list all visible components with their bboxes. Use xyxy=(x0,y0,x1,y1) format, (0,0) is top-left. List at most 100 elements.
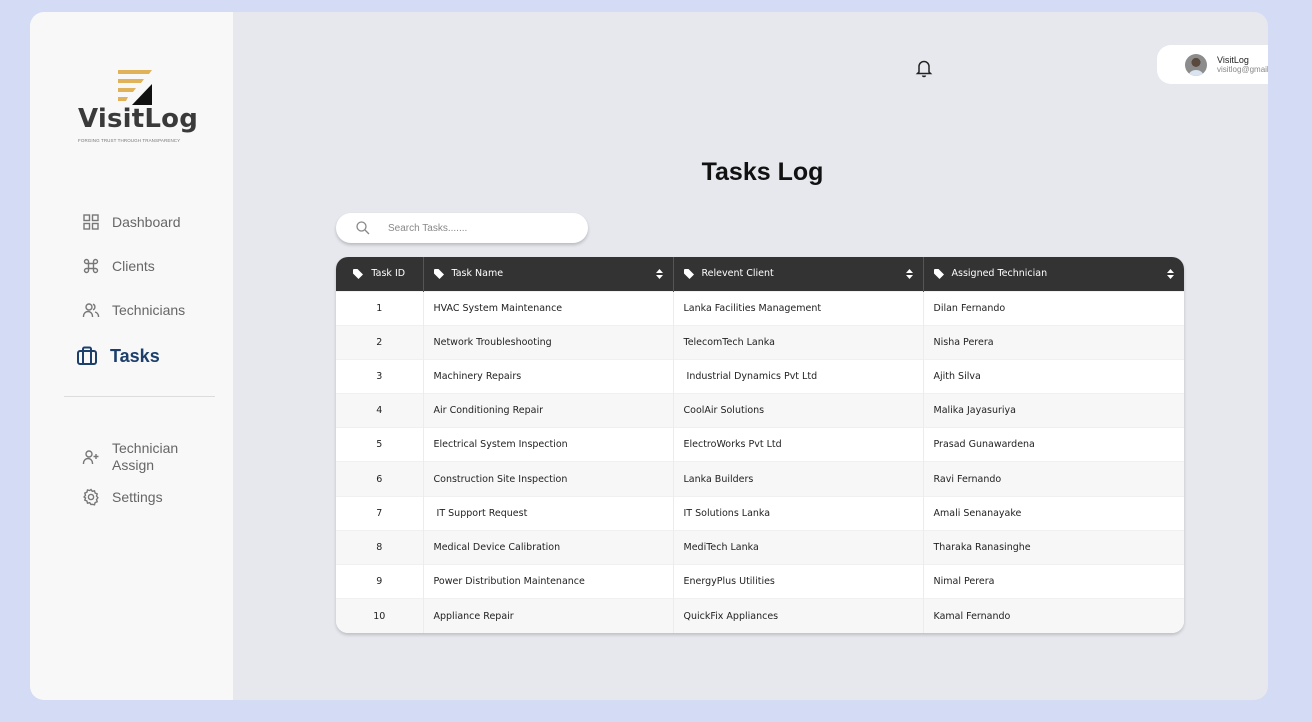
page-title: Tasks Log xyxy=(701,158,824,186)
sidebar: VisitLog FORGING TRUST THROUGH TRANSPARE… xyxy=(30,12,233,700)
table-row[interactable]: 1 HVAC System Maintenance Lanka Facilities… xyxy=(336,290,1184,326)
column-label: Task ID xyxy=(371,268,406,280)
sidebar-item-tasks[interactable]: Tasks xyxy=(76,345,160,367)
cell-task-name: Power Distribution Maintenance xyxy=(423,563,674,599)
cell-technician: Tharaka Ranasinghe xyxy=(923,529,1184,565)
table-header-row: Task ID Task Name Relevent Client Assign… xyxy=(336,257,1184,291)
cell-technician: Nisha Perera xyxy=(923,324,1184,360)
cell-client: MediTech Lanka xyxy=(673,529,924,565)
table-row[interactable]: 4 Air Conditioning Repair CoolAir Solution… xyxy=(336,393,1184,428)
main-content: VisitLog visitlog@gmail.com Tasks Log Ta… xyxy=(233,12,1268,700)
sort-icon[interactable] xyxy=(905,268,913,279)
sidebar-item-label: Technicians xyxy=(112,302,186,318)
user-name: VisitLog xyxy=(1217,54,1249,65)
tag-icon xyxy=(433,268,444,279)
sort-icon[interactable] xyxy=(655,268,663,279)
search-bar[interactable] xyxy=(336,213,588,243)
table-row[interactable]: 8 Medical Device Calibration MediTech Lank… xyxy=(336,529,1184,565)
cell-client: Industrial Dynamics Pvt Ltd xyxy=(673,358,924,394)
brand-name: VisitLog xyxy=(78,104,199,134)
cell-task-id: 8 xyxy=(336,529,424,565)
cell-task-name: HVAC System Maintenance xyxy=(423,290,674,326)
sort-icon[interactable] xyxy=(1167,268,1174,279)
grid-icon xyxy=(83,214,99,230)
cell-task-id: 9 xyxy=(336,563,424,599)
gear-icon xyxy=(83,488,99,506)
table-row[interactable]: 10 Appliance Repair QuickFix Appliances Kam… xyxy=(336,598,1184,633)
sidebar-divider xyxy=(64,396,215,397)
user-email: visitlog@gmail.com xyxy=(1217,64,1268,74)
briefcase-icon xyxy=(77,346,97,365)
command-icon xyxy=(83,258,99,274)
search-icon xyxy=(356,221,370,235)
sidebar-item-technician-assign[interactable]: Technician Assign xyxy=(82,440,178,474)
cell-task-name: IT Support Request xyxy=(423,495,674,531)
sidebar-item-label: Settings xyxy=(112,489,163,505)
table-row[interactable]: 5 Electrical System Inspection ElectroWork… xyxy=(336,427,1184,462)
tag-icon xyxy=(683,268,694,279)
tag-icon xyxy=(353,268,364,279)
cell-technician: Malika Jayasuriya xyxy=(923,393,1184,428)
cell-task-name: Construction Site Inspection xyxy=(423,461,674,497)
cell-task-name: Air Conditioning Repair xyxy=(423,393,674,428)
column-header-relevent-client[interactable]: Relevent Client xyxy=(673,257,924,291)
cell-client: Lanka Builders xyxy=(673,461,924,497)
cell-task-id: 6 xyxy=(336,461,424,497)
sidebar-item-settings[interactable]: Settings xyxy=(82,488,163,506)
cell-task-id: 2 xyxy=(336,324,424,360)
cell-technician: Kamal Fernando xyxy=(923,598,1184,633)
app-window: VisitLog FORGING TRUST THROUGH TRANSPARE… xyxy=(30,12,1268,700)
column-header-task-name[interactable]: Task Name xyxy=(423,257,674,291)
search-input[interactable] xyxy=(388,222,568,234)
sidebar-item-label: Tasks xyxy=(110,345,160,366)
sidebar-item-label-line2: Assign xyxy=(112,457,155,473)
cell-technician: Ravi Fernando xyxy=(923,461,1184,497)
column-header-assigned-technician[interactable]: Assigned Technician xyxy=(923,257,1184,291)
cell-task-id: 3 xyxy=(336,358,424,394)
logo-mark-icon xyxy=(118,70,152,105)
table-row[interactable]: 3 Machinery Repairs Industrial Dynamics P… xyxy=(336,358,1184,394)
column-header-task-id[interactable]: Task ID xyxy=(336,257,424,291)
cell-task-id: 1 xyxy=(336,290,424,326)
sidebar-item-label-line1: Technician xyxy=(112,440,179,456)
logo[interactable]: VisitLog FORGING TRUST THROUGH TRANSPARE… xyxy=(74,70,198,150)
cell-task-id: 7 xyxy=(336,495,424,531)
cell-task-name: Medical Device Calibration xyxy=(423,529,674,565)
cell-technician: Amali Senanayake xyxy=(923,495,1184,531)
table-row[interactable]: 6 Construction Site Inspection Lanka Build… xyxy=(336,461,1184,497)
sidebar-item-technicians[interactable]: Technicians xyxy=(82,301,185,319)
cell-technician: Dilan Fernando xyxy=(923,290,1184,326)
cell-technician: Ajith Silva xyxy=(923,358,1184,394)
column-label: Relevent Client xyxy=(701,268,774,280)
table-row[interactable]: 9 Power Distribution Maintenance EnergyPlu… xyxy=(336,563,1184,599)
tag-icon xyxy=(933,268,944,279)
brand-tagline: FORGING TRUST THROUGH TRANSPARENCY xyxy=(78,138,181,143)
sidebar-item-label: Clients xyxy=(112,258,155,274)
users-icon xyxy=(82,303,100,317)
avatar xyxy=(1185,53,1207,76)
cell-client: IT Solutions Lanka xyxy=(673,495,924,531)
cell-client: Lanka Facilities Management xyxy=(673,290,924,326)
tasks-table: Task ID Task Name Relevent Client Assign… xyxy=(336,257,1184,633)
column-label: Task Name xyxy=(451,268,504,280)
cell-task-id: 4 xyxy=(336,393,424,428)
cell-task-name: Network Troubleshooting xyxy=(423,324,674,360)
cell-task-name: Appliance Repair xyxy=(423,598,674,633)
cell-task-name: Electrical System Inspection xyxy=(423,427,674,462)
sidebar-item-label: Dashboard xyxy=(112,214,181,230)
table-row[interactable]: 2 Network Troubleshooting TelecomTech Lank… xyxy=(336,324,1184,360)
user-profile[interactable]: VisitLog visitlog@gmail.com xyxy=(1157,45,1268,84)
bell-icon[interactable] xyxy=(915,58,933,78)
cell-client: CoolAir Solutions xyxy=(673,393,924,428)
cell-technician: Nimal Perera xyxy=(923,563,1184,599)
sidebar-item-dashboard[interactable]: Dashboard xyxy=(82,213,181,231)
cell-task-name: Machinery Repairs xyxy=(423,358,674,394)
user-plus-icon xyxy=(82,450,99,464)
column-label: Assigned Technician xyxy=(951,268,1048,280)
sidebar-item-clients[interactable]: Clients xyxy=(82,257,155,275)
cell-task-id: 10 xyxy=(336,598,424,633)
cell-client: ElectroWorks Pvt Ltd xyxy=(673,427,924,462)
cell-technician: Prasad Gunawardena xyxy=(923,427,1184,462)
table-row[interactable]: 7 IT Support Request IT Solutions Lanka Am… xyxy=(336,495,1184,531)
cell-client: QuickFix Appliances xyxy=(673,598,924,633)
